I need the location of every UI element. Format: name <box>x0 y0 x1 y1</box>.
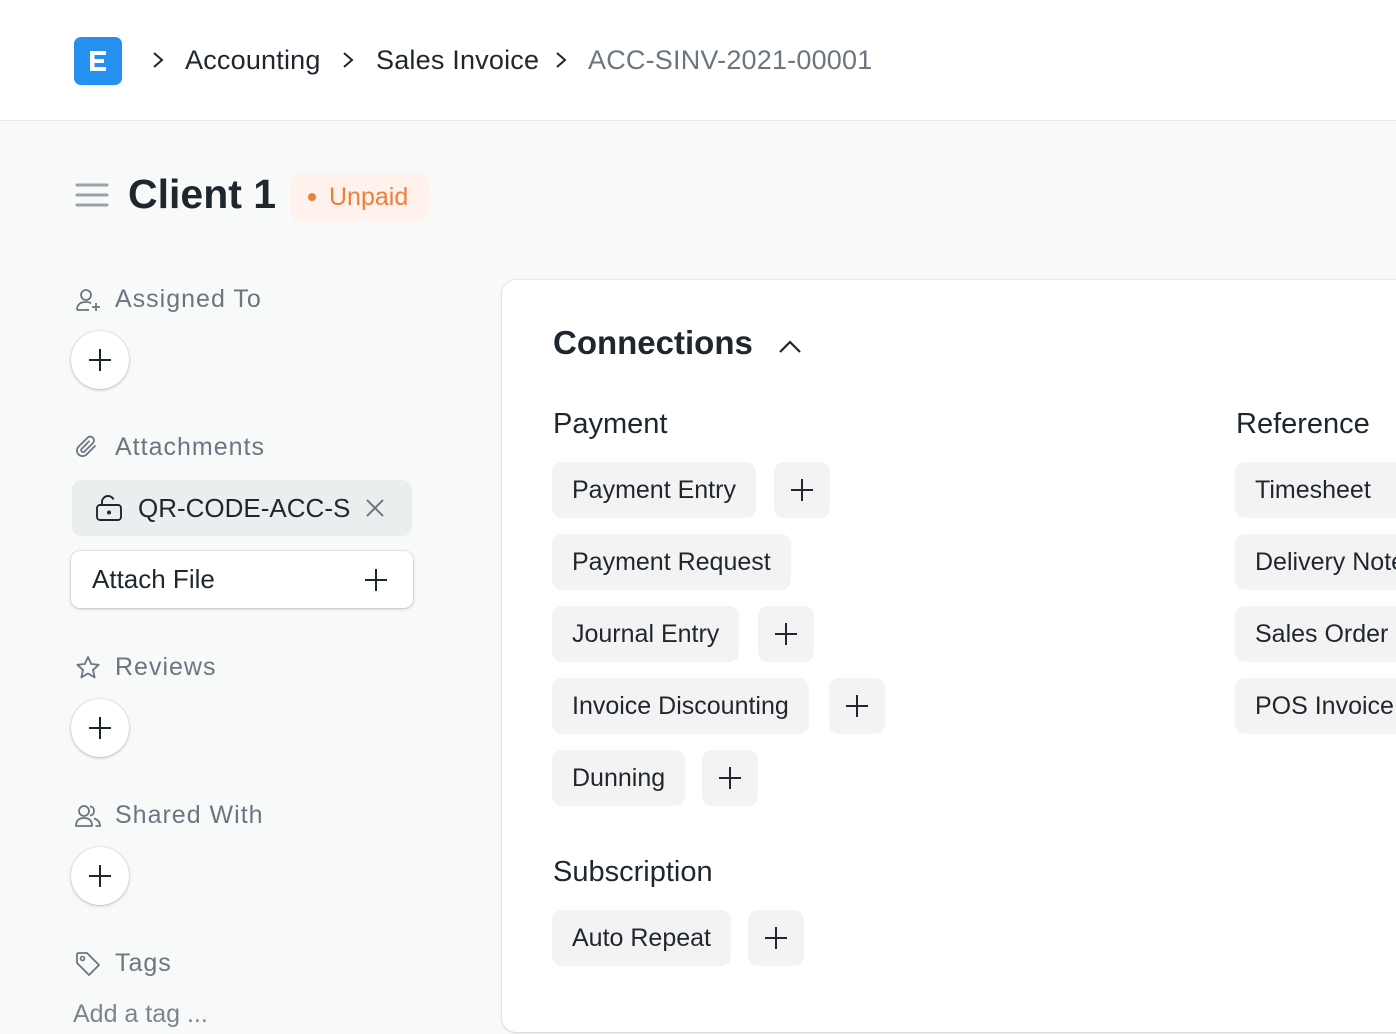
navbar: Accounting Sales Invoice ACC-SINV-2021-0… <box>0 0 1396 121</box>
share-button[interactable] <box>71 847 129 905</box>
tag-icon <box>76 951 100 976</box>
attachment-item[interactable]: QR-CODE-ACC-SINV-2021-00001 <box>72 480 412 536</box>
connection-payment-request[interactable]: Payment Request <box>552 534 791 590</box>
assigned-to-label: Assigned To <box>74 285 262 314</box>
erpnext-logo-icon <box>90 51 106 71</box>
chevron-right-icon <box>556 52 567 68</box>
plus-icon <box>765 927 787 949</box>
breadcrumb-sales-invoice[interactable]: Sales Invoice <box>376 42 539 78</box>
reference-section-title: Reference <box>1236 408 1370 440</box>
user-add-icon <box>76 288 100 311</box>
users-icon <box>75 804 101 827</box>
breadcrumb-current[interactable]: ACC-SINV-2021-00001 <box>588 42 872 78</box>
reviews-label: Reviews <box>74 653 216 682</box>
add-assignee-button[interactable] <box>71 331 129 389</box>
close-icon[interactable] <box>364 497 386 519</box>
attach-file-button[interactable]: Attach File <box>71 551 413 608</box>
plus-icon <box>89 717 111 739</box>
plus-icon <box>365 568 387 591</box>
connection-invoice-discounting[interactable]: Invoice Discounting <box>552 678 809 734</box>
connection-pos-invoice[interactable]: POS Invoice <box>1235 678 1396 734</box>
shared-with-label: Shared With <box>74 801 264 830</box>
chevron-up-icon[interactable] <box>777 336 803 356</box>
status-text: Unpaid <box>329 182 409 211</box>
connection-timesheet[interactable]: Timesheet <box>1235 462 1396 518</box>
status-badge: Unpaid <box>290 173 429 221</box>
page-title: Client 1 <box>128 171 277 217</box>
plus-icon <box>791 479 813 501</box>
connection-auto-repeat[interactable]: Auto Repeat <box>552 910 731 966</box>
chevron-right-icon <box>153 52 164 68</box>
connection-dunning[interactable]: Dunning <box>552 750 686 806</box>
connection-sales-order[interactable]: Sales Order <box>1235 606 1396 662</box>
connection-journal-entry[interactable]: Journal Entry <box>552 606 740 662</box>
attachment-name[interactable]: QR-CODE-ACC-SINV-2021-00001 <box>138 493 350 524</box>
subscription-section-title: Subscription <box>553 856 713 888</box>
star-icon <box>76 655 100 678</box>
chevron-right-icon <box>343 52 354 68</box>
add-payment-entry-button[interactable] <box>774 462 830 518</box>
add-review-button[interactable] <box>71 699 129 757</box>
plus-icon <box>719 767 741 789</box>
app-logo[interactable] <box>74 37 122 85</box>
plus-icon <box>89 349 111 371</box>
add-dunning-button[interactable] <box>702 750 758 806</box>
hamburger-menu-icon[interactable] <box>74 180 110 210</box>
connection-payment-entry[interactable]: Payment Entry <box>552 462 756 518</box>
plus-icon <box>846 695 868 717</box>
attach-file-label: Attach File <box>92 564 215 594</box>
add-journal-entry-button[interactable] <box>758 606 814 662</box>
paperclip-icon <box>76 435 96 457</box>
tags-label: Tags <box>74 949 172 978</box>
attachments-label: Attachments <box>74 433 265 462</box>
add-invoice-discounting-button[interactable] <box>829 678 885 734</box>
plus-icon <box>89 865 111 887</box>
breadcrumb-accounting[interactable]: Accounting <box>185 42 321 78</box>
payment-section-title: Payment <box>553 408 668 440</box>
plus-icon <box>775 623 797 645</box>
add-auto-repeat-button[interactable] <box>748 910 804 966</box>
unlock-icon <box>96 495 122 521</box>
status-dot <box>308 193 316 201</box>
connection-delivery-note[interactable]: Delivery Note <box>1235 534 1396 590</box>
add-tag-input[interactable]: Add a tag ... <box>73 1000 208 1029</box>
connections-title[interactable]: Connections <box>553 324 753 362</box>
